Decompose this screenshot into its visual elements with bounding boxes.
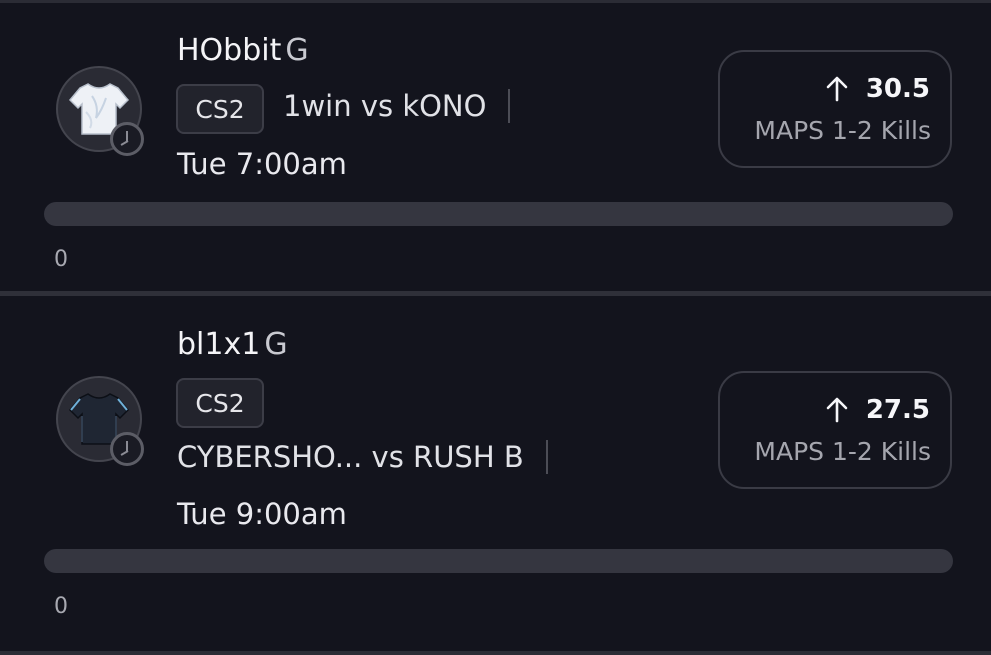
player-name: HObbit G [177,33,309,68]
arrow-up-icon [826,397,848,423]
matchup-separator [508,89,511,123]
projection-box[interactable]: 30.5 MAPS 1-2 Kills [718,50,952,168]
player-name-text: bl1x1 [177,327,261,362]
player-position: G [264,327,288,362]
progress-count: 0 [54,594,68,619]
game-badge: CS2 [176,84,264,134]
projection-box[interactable]: 27.5 MAPS 1-2 Kills [718,371,952,489]
matchup: 1win vs kONO [283,89,511,123]
matchup-text: 1win vs kONO [283,89,487,123]
projection-stat: MAPS 1-2 Kills [754,116,931,145]
progress-count: 0 [54,247,68,272]
pick-card[interactable]: HObbit G CS2 1win vs kONO Tue 7:00am 30.5… [0,3,991,291]
arrow-up-icon [826,76,848,102]
player-avatar [56,66,144,156]
progress-bar [44,202,953,226]
matchup-text: CYBERSHO... vs RUSH B [177,440,524,474]
player-name: bl1x1 G [177,327,288,362]
pick-card[interactable]: bl1x1 G CS2 CYBERSHO... vs RUSH B Tue 9:0… [0,296,991,651]
projection-line: 27.5 [865,395,930,425]
matchup: CYBERSHO... vs RUSH B [177,440,548,474]
player-position: G [285,33,309,68]
bottom-border [0,651,991,655]
clock-icon [110,432,144,466]
game-badge: CS2 [176,378,264,428]
game-time: Tue 9:00am [177,497,347,531]
clock-icon [110,122,144,156]
projection-line: 30.5 [865,74,930,104]
game-time: Tue 7:00am [177,147,347,181]
projection-line-row: 27.5 [826,395,930,425]
matchup-separator [545,440,548,474]
progress-bar [44,549,953,573]
player-name-text: HObbit [177,33,282,68]
projection-line-row: 30.5 [826,74,930,104]
player-avatar [56,376,144,466]
projection-stat: MAPS 1-2 Kills [754,437,931,466]
